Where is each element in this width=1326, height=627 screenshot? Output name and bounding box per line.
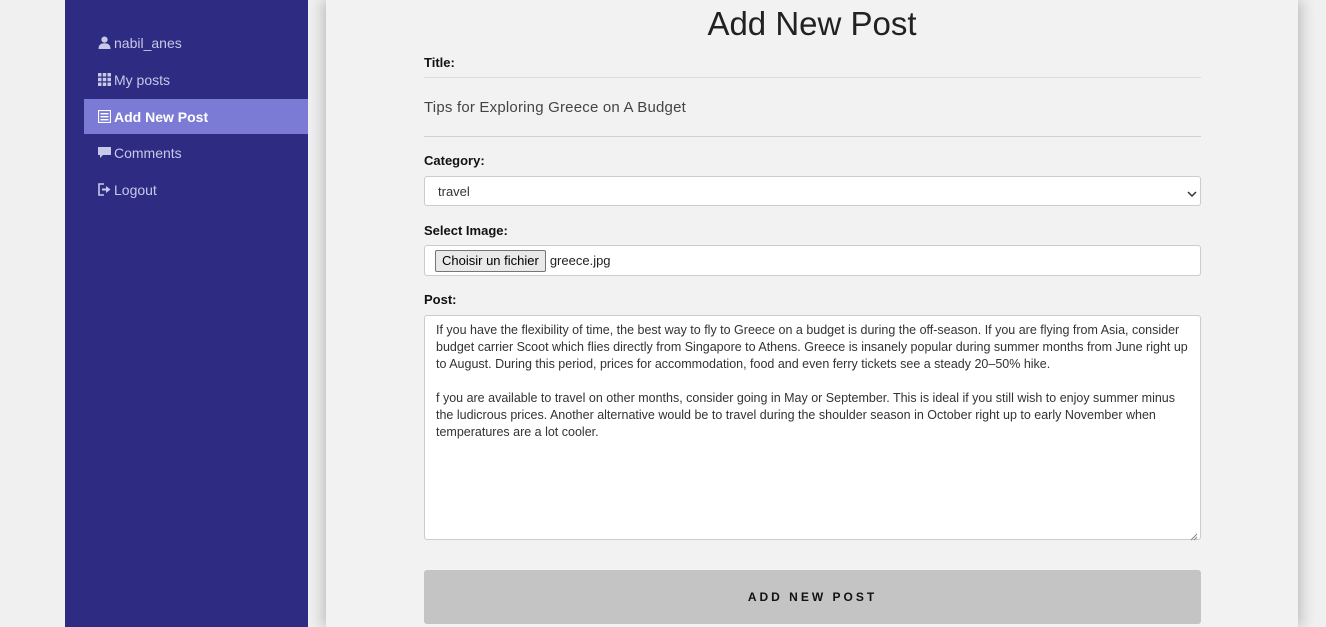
post-paragraph-1: If you have the flexibility of time, the… bbox=[436, 323, 1188, 371]
page-title: Add New Post bbox=[707, 5, 917, 42]
sidebar-item-label: nabil_anes bbox=[114, 34, 182, 51]
main-panel: Add New Post Title: Tips for Exploring G… bbox=[326, 0, 1298, 627]
category-select[interactable]: travel bbox=[424, 176, 1201, 206]
sidebar-item-logout[interactable]: Logout bbox=[84, 172, 308, 207]
post-paragraph-2: f you are available to travel on other m… bbox=[436, 391, 1176, 439]
logout-icon bbox=[98, 183, 111, 196]
sidebar-item-label: Comments bbox=[114, 144, 182, 161]
sidebar-item-label: My posts bbox=[114, 71, 171, 88]
choose-file-button[interactable]: Choisir un fichier bbox=[435, 249, 546, 272]
category-selected-value: travel bbox=[438, 184, 470, 199]
grid-icon bbox=[98, 73, 111, 86]
list-icon bbox=[98, 110, 111, 123]
resize-handle-icon[interactable] bbox=[1190, 529, 1198, 541]
add-new-post-button[interactable]: ADD NEW POST bbox=[424, 570, 1201, 624]
category-label: Category: bbox=[424, 153, 485, 168]
sidebar-item-add-new-post[interactable]: Add New Post bbox=[84, 99, 308, 134]
image-file-input[interactable]: Choisir un fichier greece.jpg bbox=[424, 245, 1201, 276]
file-name: greece.jpg bbox=[549, 253, 611, 268]
sidebar-item-label: Add New Post bbox=[114, 108, 209, 125]
post-textarea[interactable]: If you have the flexibility of time, the… bbox=[424, 315, 1201, 541]
sidebar: nabil_anes My posts Add New Post Comment… bbox=[65, 0, 308, 627]
chevron-down-icon bbox=[1187, 187, 1197, 198]
post-label: Post: bbox=[424, 292, 457, 307]
title-label: Title: bbox=[424, 55, 455, 70]
sidebar-item-my-posts[interactable]: My posts bbox=[84, 62, 308, 97]
sidebar-item-label: Logout bbox=[114, 181, 157, 198]
image-label: Select Image: bbox=[424, 223, 508, 238]
user-icon bbox=[98, 36, 111, 49]
comment-icon bbox=[98, 146, 111, 159]
sidebar-item-comments[interactable]: Comments bbox=[84, 135, 308, 170]
sidebar-item-profile[interactable]: nabil_anes bbox=[84, 25, 308, 60]
title-input[interactable]: Tips for Exploring Greece on A Budget bbox=[424, 77, 1201, 137]
